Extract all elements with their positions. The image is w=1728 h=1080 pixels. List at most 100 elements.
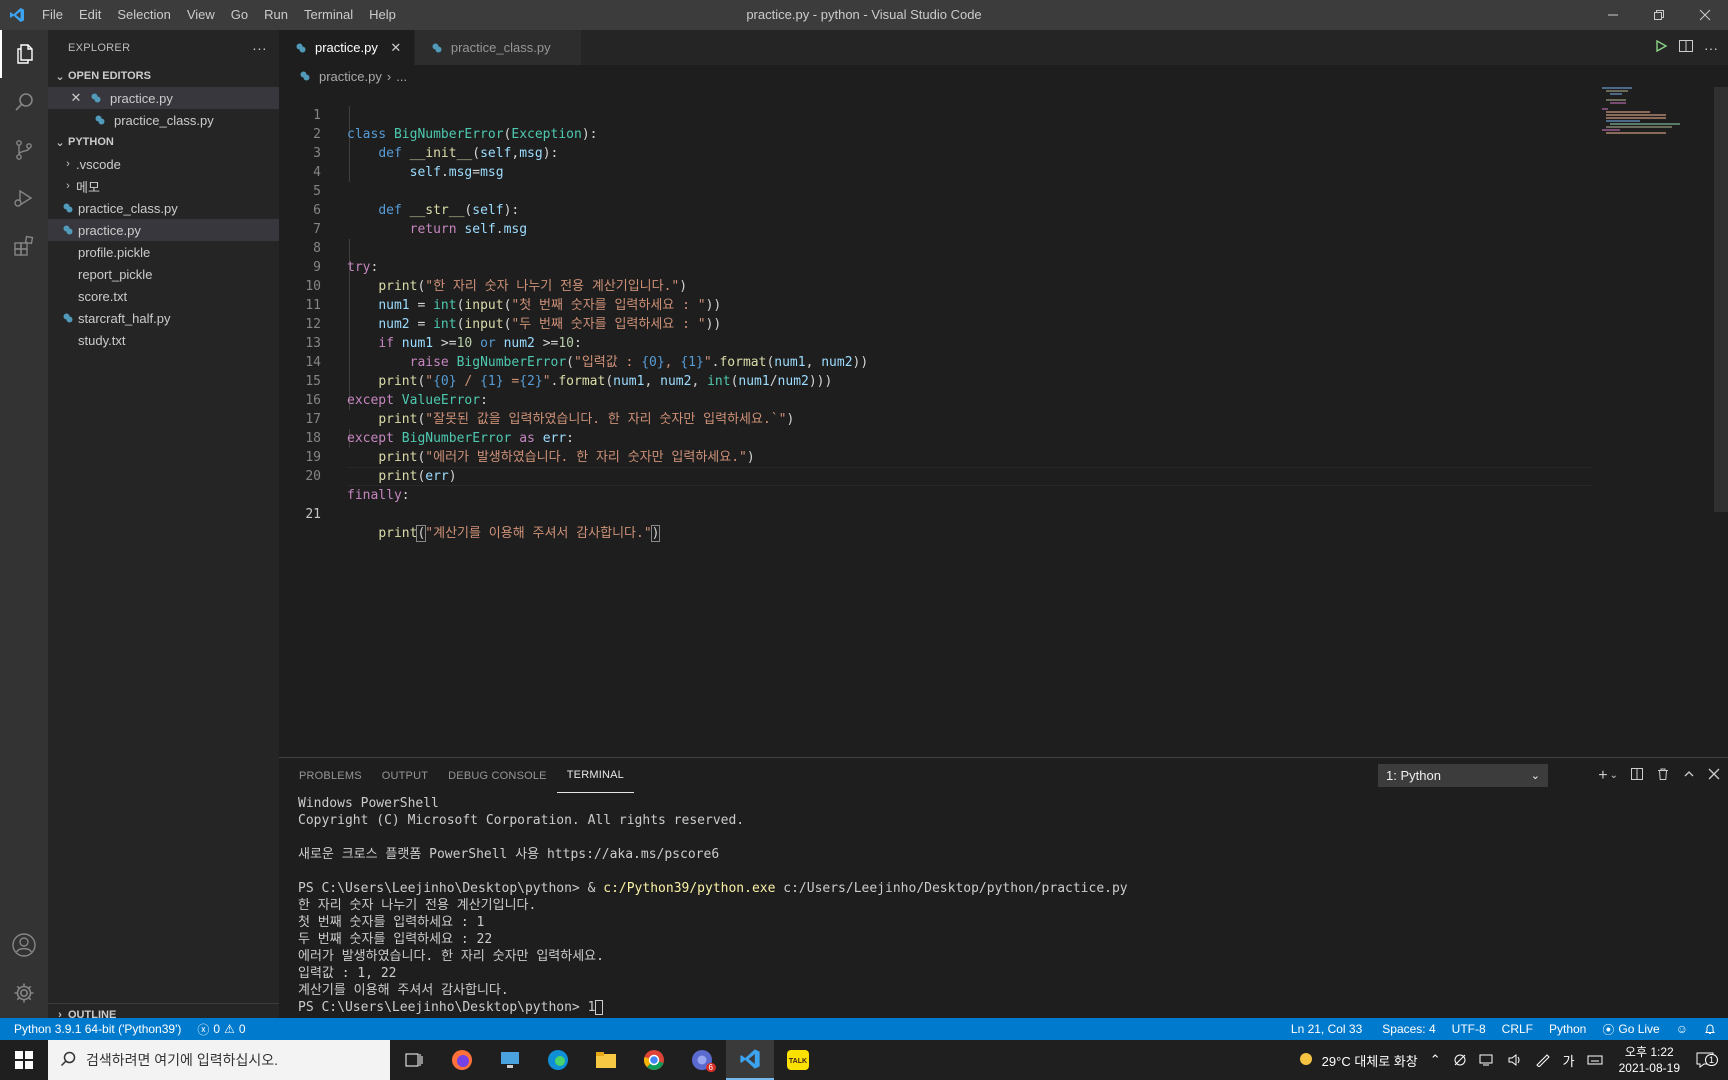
tab-problems[interactable]: PROBLEMS — [289, 758, 372, 793]
source-control-icon[interactable] — [0, 126, 48, 174]
menu-help[interactable]: Help — [361, 0, 404, 30]
taskbar-search[interactable]: 검색하려면 여기에 입력하십시오. — [48, 1040, 390, 1080]
minimize-button[interactable] — [1590, 0, 1636, 30]
terminal-select[interactable]: 1: Python ⌄ — [1378, 764, 1548, 787]
location-icon[interactable] — [1447, 1053, 1473, 1067]
file-tree-item[interactable]: practice.py — [48, 219, 279, 241]
keyboard-icon[interactable] — [1581, 1053, 1609, 1067]
menu-file[interactable]: File — [34, 0, 71, 30]
pen-icon[interactable] — [1529, 1053, 1557, 1067]
kakaotalk-icon[interactable]: TALK — [774, 1040, 822, 1080]
go-live-button[interactable]: ⦿ Go Live — [1594, 1021, 1667, 1038]
desktop-app-icon[interactable] — [486, 1040, 534, 1080]
tab-practice[interactable]: practice.py ✕ — [279, 30, 415, 65]
accounts-icon[interactable] — [0, 921, 48, 969]
menu-edit[interactable]: Edit — [71, 0, 109, 30]
weather-widget[interactable]: 29°C 대체로 화창 — [1290, 1049, 1424, 1072]
close-panel-icon[interactable] — [1708, 768, 1720, 783]
file-tree-item[interactable]: › .vscode — [48, 153, 279, 175]
feedback-icon[interactable]: ☺ — [1668, 1022, 1696, 1036]
problems-count[interactable]: ⓧ 0 ⚠ 0 — [189, 1021, 253, 1038]
title-bar: File Edit Selection View Go Run Terminal… — [0, 0, 1728, 30]
terminal-input[interactable]: 1 — [588, 1000, 596, 1015]
run-debug-icon[interactable] — [0, 174, 48, 222]
extensions-icon[interactable] — [0, 222, 48, 270]
tab-debug-console[interactable]: DEBUG CONSOLE — [438, 758, 557, 793]
vscode-taskbar-icon[interactable] — [726, 1040, 774, 1080]
file-explorer-icon[interactable] — [582, 1040, 630, 1080]
chrome-icon[interactable] — [630, 1040, 678, 1080]
language-mode[interactable]: Python — [1541, 1022, 1594, 1036]
bell-icon[interactable] — [1696, 1023, 1728, 1035]
activity-bar — [0, 30, 48, 1025]
menu-run[interactable]: Run — [256, 0, 296, 30]
close-icon[interactable]: ✕ — [388, 40, 404, 56]
file-tree-item[interactable]: score.txt — [48, 285, 279, 307]
show-hidden-icons-icon[interactable]: ⌃ — [1424, 1052, 1447, 1068]
trash-icon[interactable] — [1656, 767, 1670, 784]
minimap[interactable] — [1602, 87, 1712, 137]
interpreter-label: Python 3.9.1 64-bit ('Python39') — [14, 1022, 182, 1036]
open-editor-item[interactable]: ✕ practice.py — [48, 87, 279, 109]
run-python-file-icon[interactable] — [1654, 39, 1668, 56]
python-folder-section[interactable]: ⌄ PYTHON — [48, 131, 279, 153]
token: "계산기를 이용해 주셔서 감사합니다." — [425, 526, 652, 541]
file-tree-item[interactable]: report_pickle — [48, 263, 279, 285]
menu-view[interactable]: View — [179, 0, 223, 30]
maximize-panel-icon[interactable] — [1682, 767, 1696, 784]
token: : — [401, 488, 410, 503]
cursor-position[interactable]: Ln 21, Col 33 — [1283, 1022, 1374, 1036]
line-ending[interactable]: CRLF — [1494, 1022, 1541, 1036]
split-terminal-icon[interactable] — [1630, 767, 1644, 784]
file-tree-item[interactable]: › 메모 — [48, 175, 279, 197]
file-tree-item[interactable]: practice_class.py — [48, 197, 279, 219]
close-icon[interactable]: ✕ — [68, 90, 84, 106]
restore-button[interactable] — [1636, 0, 1682, 30]
split-editor-icon[interactable] — [1678, 38, 1694, 57]
clock-date: 2021-08-19 — [1618, 1061, 1680, 1075]
file-tree-item[interactable]: starcraft_half.py — [48, 307, 279, 329]
indentation[interactable]: Spaces: 4 — [1374, 1022, 1443, 1036]
network-icon[interactable] — [1473, 1053, 1501, 1067]
volume-icon[interactable] — [1501, 1053, 1529, 1067]
breadcrumb-symbol[interactable]: ... — [396, 69, 407, 84]
python-interpreter[interactable]: Python 3.9.1 64-bit ('Python39') — [0, 1022, 189, 1036]
close-window-button[interactable] — [1682, 0, 1728, 30]
firefox-icon[interactable] — [438, 1040, 486, 1080]
more-actions-icon[interactable]: ··· — [1704, 40, 1718, 56]
terminal-cursor — [595, 1000, 604, 1015]
windows-taskbar: 검색하려면 여기에 입력하십시오. 6 TALK 29°C 대체로 화창 ⌃ 가… — [0, 1040, 1728, 1080]
encoding[interactable]: UTF-8 — [1444, 1022, 1494, 1036]
search-icon[interactable] — [0, 78, 48, 126]
menu-selection[interactable]: Selection — [109, 0, 178, 30]
code-editor[interactable]: 1 class BigNumberError(Exception): 2 def… — [279, 87, 1728, 757]
warning-count: 0 — [238, 1022, 246, 1036]
new-terminal-icon[interactable]: + — [1598, 767, 1607, 785]
menu-terminal[interactable]: Terminal — [296, 0, 361, 30]
chrome-profile-icon[interactable]: 6 — [678, 1040, 726, 1080]
terminal-output[interactable]: Windows PowerShell Copyright (C) Microso… — [298, 795, 1128, 1016]
chevron-down-icon: ⌄ — [55, 70, 65, 83]
tab-output[interactable]: OUTPUT — [372, 758, 438, 793]
token: print — [378, 526, 418, 541]
system-clock[interactable]: 오후 1:22 2021-08-19 — [1609, 1044, 1690, 1076]
settings-gear-icon[interactable] — [0, 969, 48, 1017]
breadcrumb-file[interactable]: practice.py — [319, 69, 382, 84]
tab-practice-class[interactable]: practice_class.py — [414, 30, 582, 65]
chevron-down-icon[interactable]: ⌄ — [1610, 770, 1618, 781]
editor-scrollbar[interactable] — [1714, 87, 1728, 512]
task-view-icon[interactable] — [390, 1040, 438, 1080]
clock-time: 오후 1:22 — [1624, 1045, 1674, 1059]
file-tree-item[interactable]: study.txt — [48, 329, 279, 351]
tab-terminal[interactable]: TERMINAL — [556, 758, 634, 793]
explorer-icon[interactable] — [0, 30, 48, 78]
edge-icon[interactable] — [534, 1040, 582, 1080]
more-actions-icon[interactable]: ··· — [252, 40, 267, 56]
ime-indicator[interactable]: 가 — [1557, 1051, 1581, 1070]
windows-start-icon[interactable] — [0, 1040, 48, 1080]
menu-go[interactable]: Go — [223, 0, 256, 30]
open-editors-section[interactable]: ⌄ OPEN EDITORS — [48, 65, 279, 87]
open-editor-item[interactable]: practice_class.py — [48, 109, 279, 131]
file-tree-item[interactable]: profile.pickle — [48, 241, 279, 263]
notification-center-icon[interactable]: 1 — [1690, 1052, 1728, 1068]
